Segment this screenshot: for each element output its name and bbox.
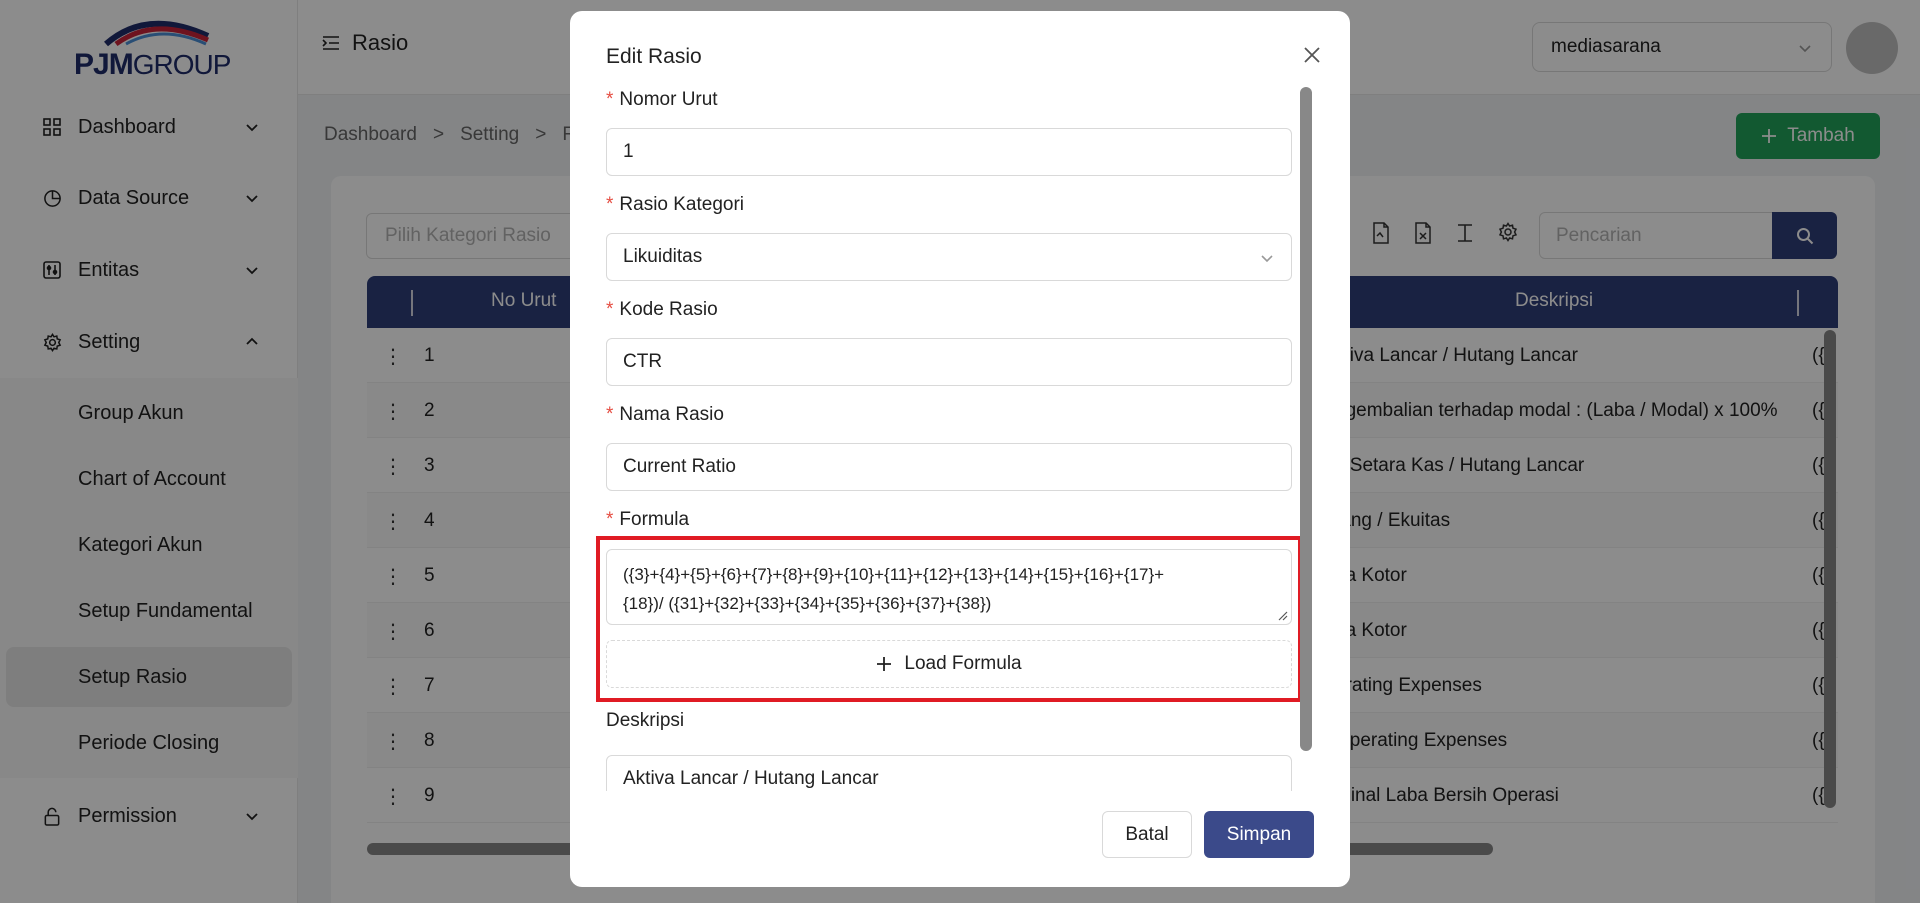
kode-rasio-label: * Kode Rasio	[606, 299, 718, 320]
modal-scrollbar[interactable]	[1300, 87, 1312, 751]
rasio-kategori-select[interactable]: Likuiditas	[606, 233, 1292, 281]
highlight-box	[596, 536, 1302, 702]
deskripsi-field[interactable]: Aktiva Lancar / Hutang Lancar	[606, 755, 1292, 791]
nama-rasio-label: * Nama Rasio	[606, 404, 724, 425]
save-button[interactable]: Simpan	[1204, 811, 1314, 858]
close-icon[interactable]	[1300, 43, 1324, 67]
nomor-urut-label: * Nomor Urut	[606, 89, 718, 110]
edit-rasio-modal: Edit Rasio * Nomor Urut 1 * Rasio Kategori…	[570, 11, 1350, 887]
cancel-button[interactable]: Batal	[1102, 811, 1192, 858]
nomor-urut-field[interactable]: 1	[606, 128, 1292, 176]
chevron-down-icon	[1261, 255, 1273, 263]
formula-label: * Formula	[606, 509, 690, 530]
kode-rasio-field[interactable]: CTR	[606, 338, 1292, 386]
deskripsi-label: Deskripsi	[606, 711, 685, 731]
modal-body-overflow: Deskripsi Aktiva Lancar / Hutang Lancar	[570, 711, 1350, 791]
rasio-kategori-label: * Rasio Kategori	[606, 194, 745, 215]
nama-rasio-field[interactable]: Current Ratio	[606, 443, 1292, 491]
modal-title: Edit Rasio	[606, 45, 702, 68]
